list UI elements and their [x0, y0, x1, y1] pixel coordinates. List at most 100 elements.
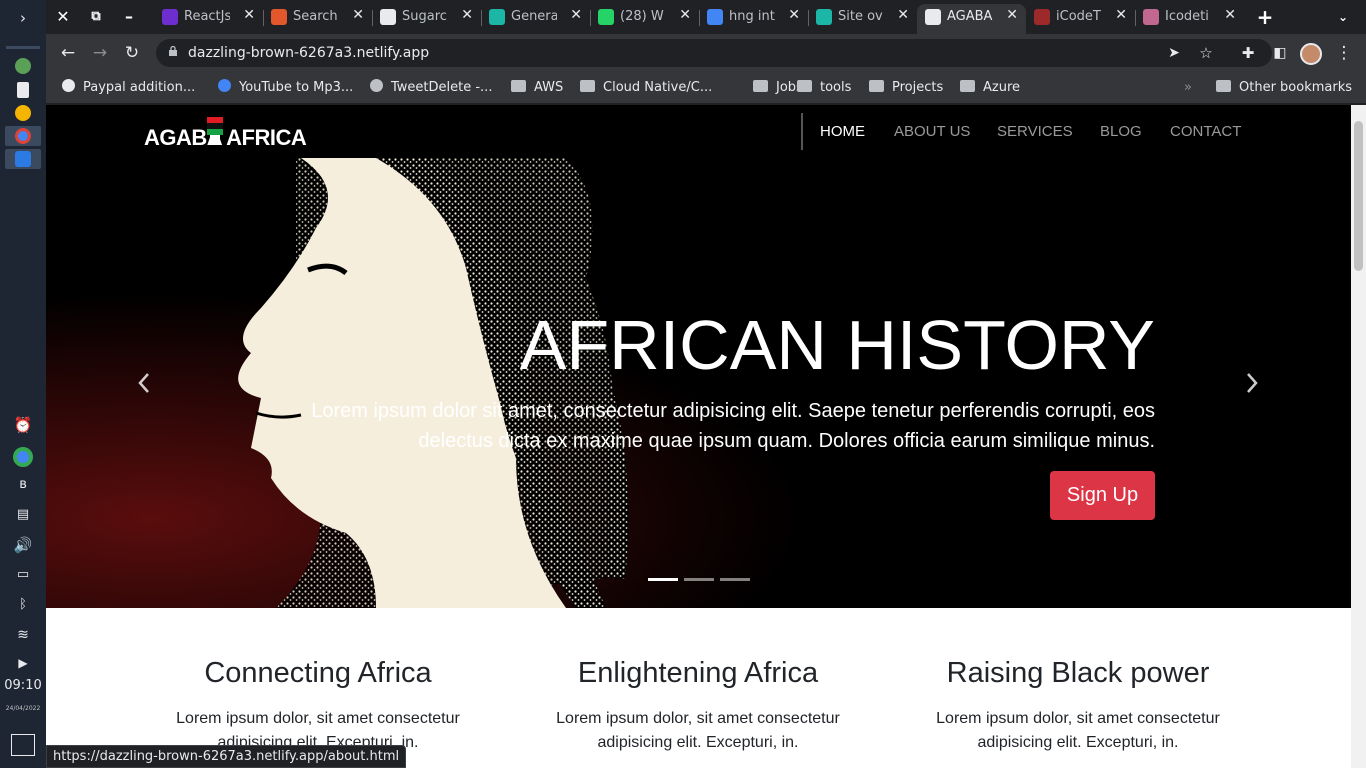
chrome-icon[interactable]: [13, 447, 33, 467]
shelf-app-icon[interactable]: [15, 105, 31, 121]
tab-close-icon[interactable]: ✕: [352, 7, 364, 23]
nav-link-about-us[interactable]: ABOUT US: [894, 123, 970, 140]
github-favicon: [380, 9, 396, 25]
reload-icon[interactable]: ↻: [120, 42, 144, 64]
address-bar[interactable]: dazzling-brown-6267a3.netlify.app ➤ ☆: [156, 39, 1272, 67]
more-bookmarks-icon[interactable]: »: [1184, 78, 1192, 98]
page-scrollbar[interactable]: [1351, 105, 1366, 768]
tab-close-icon[interactable]: ✕: [897, 7, 909, 23]
bookmark-item[interactable]: Azure: [960, 78, 1020, 98]
back-icon[interactable]: ←: [56, 42, 80, 64]
tab-title: Sugarc: [402, 9, 447, 24]
other-bookmarks-label: Other bookmarks: [1239, 80, 1353, 95]
browser-tab[interactable]: Site ov ✕: [808, 4, 917, 30]
netlify-favicon: [489, 9, 505, 25]
new-tab-icon[interactable]: +: [1254, 6, 1276, 28]
site-navbar: AGABA AFRICA HOME ABOUT US SERVICES BLOG CON…: [46, 105, 1351, 158]
nav-link-contact[interactable]: CONTACT: [1170, 123, 1241, 140]
bookmark-item[interactable]: Projects: [869, 78, 943, 98]
carousel-indicator[interactable]: [684, 578, 714, 581]
shelf-app-icon[interactable]: [15, 58, 31, 74]
browser-tab[interactable]: hng int ✕: [699, 4, 808, 30]
bookmark-item[interactable]: Paypal addition...: [62, 78, 195, 98]
scrollbar-thumb[interactable]: [1354, 121, 1363, 271]
tab-close-icon[interactable]: ✕: [243, 7, 255, 23]
tab-close-icon[interactable]: ✕: [1006, 7, 1018, 23]
browser-tab[interactable]: (28) W ✕: [590, 4, 699, 30]
link-status-bubble: https://dazzling-brown-6267a3.netlify.ap…: [46, 745, 407, 768]
files-icon[interactable]: [17, 82, 29, 98]
bluetooth-icon[interactable]: ʙ: [8, 473, 38, 497]
extensions-icon[interactable]: ✚: [1236, 42, 1260, 64]
tab-close-icon[interactable]: ✕: [1224, 7, 1236, 23]
carousel-indicator[interactable]: [648, 578, 678, 581]
bookmark-item[interactable]: tools: [797, 78, 851, 98]
other-bookmarks[interactable]: Other bookmarks: [1216, 78, 1352, 98]
vscode-icon[interactable]: [15, 151, 31, 167]
feature-card: Raising Black power Lorem ipsum dolor, si…: [928, 653, 1228, 755]
browser-toolbar: ← → ↻ dazzling-brown-6267a3.netlify.app …: [46, 34, 1366, 72]
hero-carousel: AGABA AFRICA HOME ABOUT US SERVICES BLOG CON…: [46, 105, 1351, 608]
forward-icon[interactable]: →: [88, 42, 112, 64]
nav-link-services[interactable]: SERVICES: [997, 123, 1073, 140]
restore-window-icon[interactable]: ⧉: [85, 6, 107, 28]
browser-tab[interactable]: Genera ✕: [481, 4, 590, 30]
browser-tab[interactable]: iCodeT ✕: [1026, 4, 1135, 30]
bookmark-star-icon[interactable]: ☆: [1194, 42, 1218, 64]
globe-favicon: [925, 9, 941, 25]
feature-card: Connecting Africa Lorem ipsum dolor, sit …: [168, 653, 468, 755]
clipboard-icon[interactable]: ▤: [8, 503, 38, 527]
bookmark-item[interactable]: YouTube to Mp3...: [218, 78, 353, 98]
profile-avatar[interactable]: [1300, 43, 1322, 65]
browser-tab[interactable]: Sugarc ✕: [372, 4, 481, 30]
chrome-icon[interactable]: [15, 128, 31, 144]
alarm-icon[interactable]: ⏰: [8, 413, 38, 437]
tab-close-icon[interactable]: ✕: [788, 7, 800, 23]
browser-tab[interactable]: Icodeti ✕: [1135, 4, 1244, 30]
browser-tab[interactable]: AGABA ✕: [917, 4, 1026, 34]
minimize-window-icon[interactable]: –: [118, 6, 140, 28]
hero-text: Lorem ipsum dolor sit amet, consectetur …: [311, 400, 1155, 452]
bookmark-item[interactable]: AWS: [511, 78, 563, 98]
volume-icon[interactable]: 🔊: [8, 533, 38, 557]
browser-tab[interactable]: Search ✕: [263, 4, 372, 30]
bookmark-label: tools: [820, 80, 852, 95]
browser-tab[interactable]: ReactJs ✕: [154, 4, 263, 30]
reactjs-favicon: [162, 9, 178, 25]
carousel-indicator[interactable]: [720, 578, 750, 581]
sign-up-button[interactable]: Sign Up: [1050, 471, 1155, 520]
user-favicon: [1143, 9, 1159, 25]
launcher-icon[interactable]: ›: [8, 6, 38, 30]
play-icon[interactable]: ▶: [8, 651, 38, 675]
tab-search-icon[interactable]: ⌄: [1332, 6, 1354, 28]
whatsapp-favicon: [598, 9, 614, 25]
tab-close-icon[interactable]: ✕: [1115, 7, 1127, 23]
send-to-device-icon[interactable]: ➤: [1162, 42, 1186, 64]
carousel-prev-icon[interactable]: [134, 368, 154, 398]
tab-close-icon[interactable]: ✕: [461, 7, 473, 23]
nav-link-blog[interactable]: BLOG: [1100, 123, 1142, 140]
clock-time[interactable]: 09:10: [0, 678, 46, 693]
web-page: AGABA AFRICA HOME ABOUT US SERVICES BLOG CON…: [46, 105, 1351, 768]
terminal-icon[interactable]: [11, 734, 35, 756]
bookmark-item[interactable]: Jobs: [753, 78, 803, 98]
tab-close-icon[interactable]: ✕: [570, 7, 582, 23]
nav-link-home[interactable]: HOME: [820, 123, 865, 140]
bookmark-item[interactable]: TweetDelete -...: [370, 78, 492, 98]
side-panel-icon[interactable]: ◧: [1268, 42, 1292, 64]
feature-card: Enlightening Africa Lorem ipsum dolor, si…: [548, 653, 848, 755]
folder-icon: [1216, 80, 1231, 92]
wifi-icon[interactable]: ≋: [8, 623, 38, 647]
battery-icon[interactable]: ▭: [8, 563, 38, 587]
tab-close-icon[interactable]: ✕: [679, 7, 691, 23]
bluetooth-status-icon[interactable]: ᛒ: [8, 593, 38, 617]
close-window-icon[interactable]: ✕: [52, 6, 74, 28]
bookmark-item[interactable]: Cloud Native/C...: [580, 78, 712, 98]
menu-icon[interactable]: ⋮: [1332, 42, 1356, 64]
bookmark-label: Cloud Native/C...: [603, 80, 713, 95]
clock-date: 24/04/2022: [5, 705, 41, 712]
os-shelf: › ⏰ ʙ ▤ 🔊 ▭ ᛒ ≋ ▶ 09:10 24/04/2022: [0, 0, 46, 768]
desk-indicator: [6, 46, 40, 49]
carousel-next-icon[interactable]: [1242, 368, 1262, 398]
tab-title: hng int: [729, 9, 775, 24]
